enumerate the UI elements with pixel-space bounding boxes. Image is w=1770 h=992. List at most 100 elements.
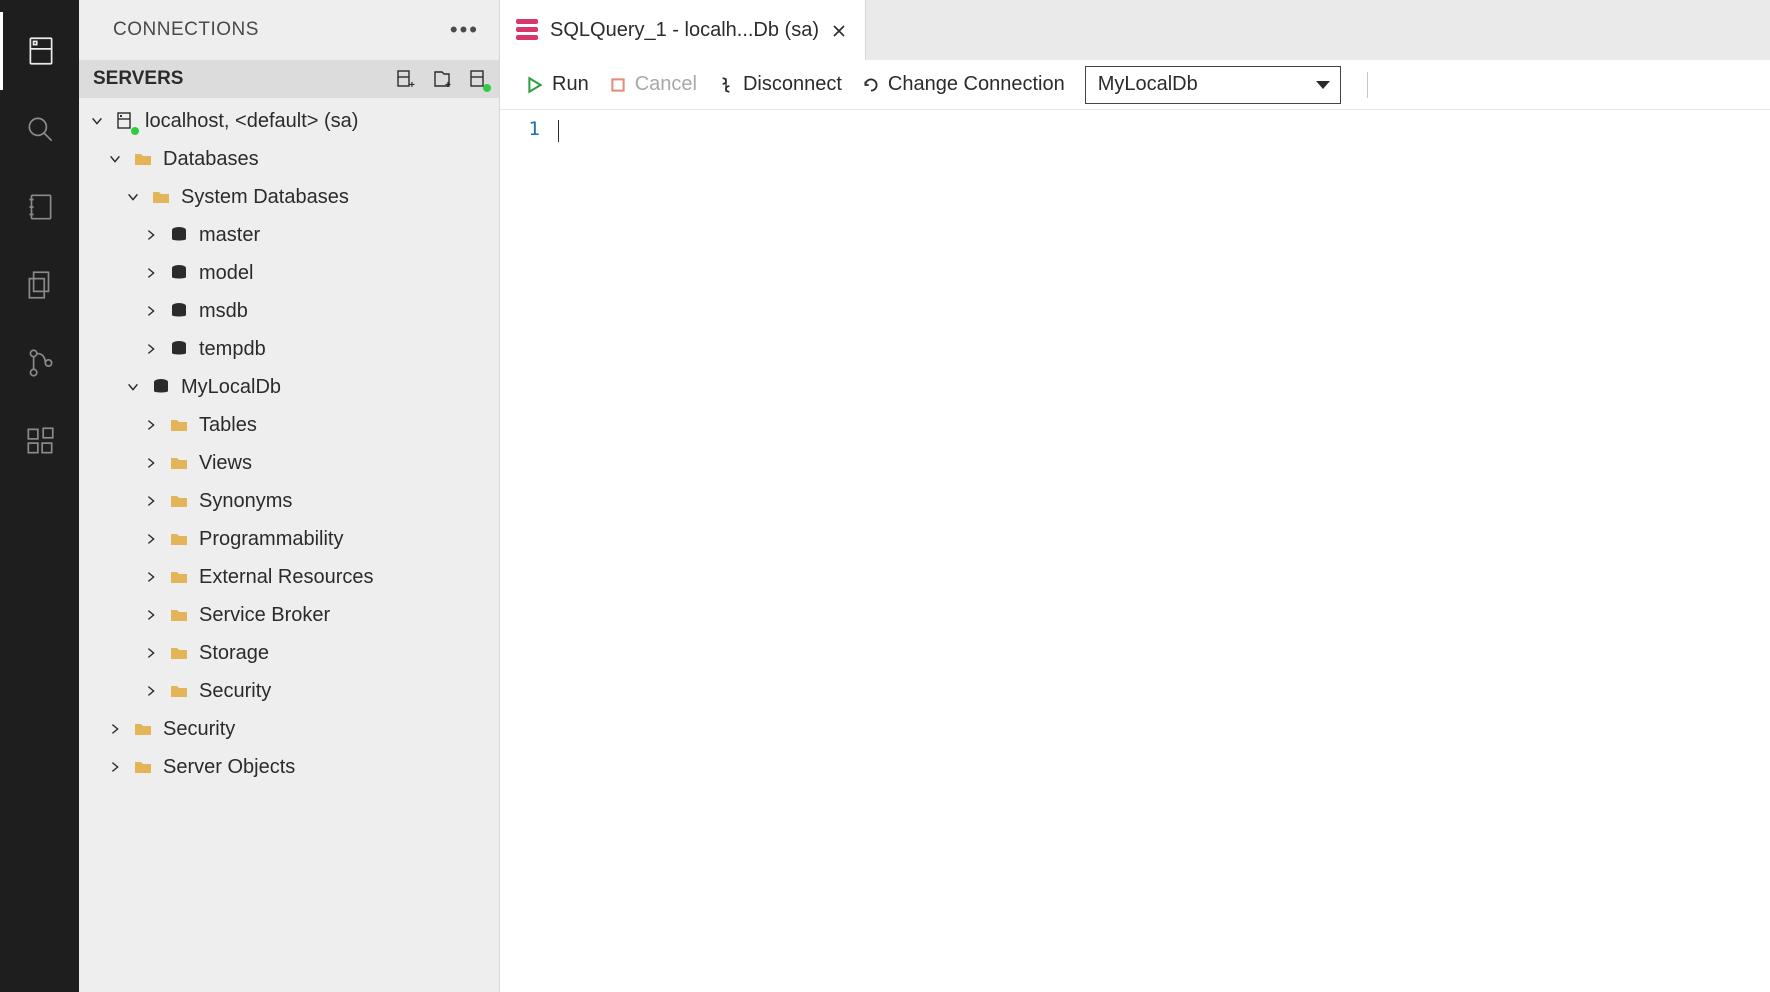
tree-label: Databases — [163, 148, 489, 171]
tree-label: Security — [163, 718, 489, 741]
code-body[interactable] — [554, 110, 1770, 992]
database-icon — [167, 337, 191, 361]
tree-label: tempdb — [199, 338, 489, 361]
tree-label: MyLocalDb — [181, 376, 489, 399]
status-dot-icon — [131, 127, 139, 135]
tree-external-resources-folder[interactable]: External Resources — [79, 558, 499, 596]
activity-extensions[interactable] — [0, 402, 79, 480]
chevron-down-icon — [105, 149, 125, 169]
tree-views-folder[interactable]: Views — [79, 444, 499, 482]
code-editor[interactable]: 1 — [500, 110, 1770, 992]
folder-icon — [131, 717, 155, 741]
run-label: Run — [552, 73, 589, 96]
disconnect-button[interactable]: Disconnect — [717, 73, 842, 96]
activity-notebooks[interactable] — [0, 168, 79, 246]
activity-search[interactable] — [0, 90, 79, 168]
svg-text:+: + — [409, 80, 415, 89]
database-selector-value: MyLocalDb — [1098, 73, 1198, 96]
chevron-right-icon — [141, 491, 161, 511]
query-toolbar: Run Cancel Disconnect Change Connection … — [500, 60, 1770, 110]
show-active-connections-icon[interactable] — [467, 68, 489, 90]
change-connection-icon — [862, 76, 880, 94]
chevron-right-icon — [141, 225, 161, 245]
editor-area: SQLQuery_1 - localh...Db (sa) Run Cancel… — [500, 0, 1770, 992]
tree-label: model — [199, 262, 489, 285]
tree-database-node[interactable]: tempdb — [79, 330, 499, 368]
activity-source-control[interactable] — [0, 324, 79, 402]
folder-icon — [167, 413, 191, 437]
tree-db-security-folder[interactable]: Security — [79, 672, 499, 710]
tree-database-node-mylocaldb[interactable]: MyLocalDb — [79, 368, 499, 406]
tree-server-objects-folder[interactable]: Server Objects — [79, 748, 499, 786]
tree-database-node[interactable]: master — [79, 216, 499, 254]
tree-label: Tables — [199, 414, 489, 437]
new-server-group-icon[interactable]: + — [431, 68, 453, 90]
tree-label: Synonyms — [199, 490, 489, 513]
tree-label: Server Objects — [163, 756, 489, 779]
tree-database-node[interactable]: msdb — [79, 292, 499, 330]
more-actions-icon[interactable]: ••• — [450, 17, 479, 43]
svg-text:+: + — [445, 80, 451, 89]
folder-icon — [167, 451, 191, 475]
caret-down-icon — [1316, 81, 1330, 89]
folder-icon — [131, 147, 155, 171]
tree-database-node[interactable]: model — [79, 254, 499, 292]
source-control-icon — [23, 346, 57, 380]
line-gutter: 1 — [500, 110, 554, 992]
chevron-right-icon — [141, 643, 161, 663]
editor-tab-title: SQLQuery_1 - localh...Db (sa) — [550, 19, 819, 42]
connections-panel-title: CONNECTIONS — [113, 19, 259, 41]
activity-connections[interactable] — [0, 12, 79, 90]
disconnect-label: Disconnect — [743, 73, 842, 96]
change-connection-button[interactable]: Change Connection — [862, 73, 1065, 96]
tree-label: Storage — [199, 642, 489, 665]
folder-icon — [167, 527, 191, 551]
chevron-right-icon — [141, 263, 161, 283]
database-icon — [149, 375, 173, 399]
text-cursor — [558, 120, 559, 142]
database-icon — [167, 223, 191, 247]
database-icon — [167, 299, 191, 323]
chevron-right-icon — [141, 453, 161, 473]
run-button[interactable]: Run — [526, 73, 589, 96]
activity-bar — [0, 0, 79, 992]
chevron-down-icon — [123, 187, 143, 207]
tree-synonyms-folder[interactable]: Synonyms — [79, 482, 499, 520]
chevron-right-icon — [105, 757, 125, 777]
tree-programmability-folder[interactable]: Programmability — [79, 520, 499, 558]
database-icon — [167, 261, 191, 285]
tree-server-security-folder[interactable]: Security — [79, 710, 499, 748]
editor-tabbar: SQLQuery_1 - localh...Db (sa) — [500, 0, 1770, 60]
new-connection-icon[interactable]: + — [395, 68, 417, 90]
tree-service-broker-folder[interactable]: Service Broker — [79, 596, 499, 634]
connections-panel: CONNECTIONS ••• SERVERS + + — [79, 0, 500, 992]
tree-label: master — [199, 224, 489, 247]
object-explorer-tree: localhost, <default> (sa) Databases Syst… — [79, 98, 499, 992]
tree-databases-folder[interactable]: Databases — [79, 140, 499, 178]
files-icon — [23, 268, 57, 302]
tree-server-node[interactable]: localhost, <default> (sa) — [79, 102, 499, 140]
server-connected-icon — [113, 109, 137, 133]
chevron-right-icon — [141, 567, 161, 587]
tree-system-databases-folder[interactable]: System Databases — [79, 178, 499, 216]
chevron-right-icon — [141, 339, 161, 359]
servers-section-header[interactable]: SERVERS + + — [79, 60, 499, 98]
toolbar-separator — [1367, 72, 1368, 98]
folder-icon — [167, 679, 191, 703]
stop-icon — [609, 76, 627, 94]
database-selector[interactable]: MyLocalDb — [1085, 66, 1341, 104]
disconnect-icon — [717, 76, 735, 94]
tree-storage-folder[interactable]: Storage — [79, 634, 499, 672]
activity-explorer[interactable] — [0, 246, 79, 324]
status-dot-icon — [483, 84, 491, 92]
editor-tab[interactable]: SQLQuery_1 - localh...Db (sa) — [500, 0, 866, 60]
change-connection-label: Change Connection — [888, 73, 1065, 96]
chevron-right-icon — [105, 719, 125, 739]
chevron-down-icon — [123, 377, 143, 397]
server-icon — [24, 34, 58, 68]
tree-tables-folder[interactable]: Tables — [79, 406, 499, 444]
close-tab-icon[interactable] — [831, 22, 847, 38]
search-icon — [23, 112, 57, 146]
folder-icon — [167, 565, 191, 589]
tree-label: Security — [199, 680, 489, 703]
